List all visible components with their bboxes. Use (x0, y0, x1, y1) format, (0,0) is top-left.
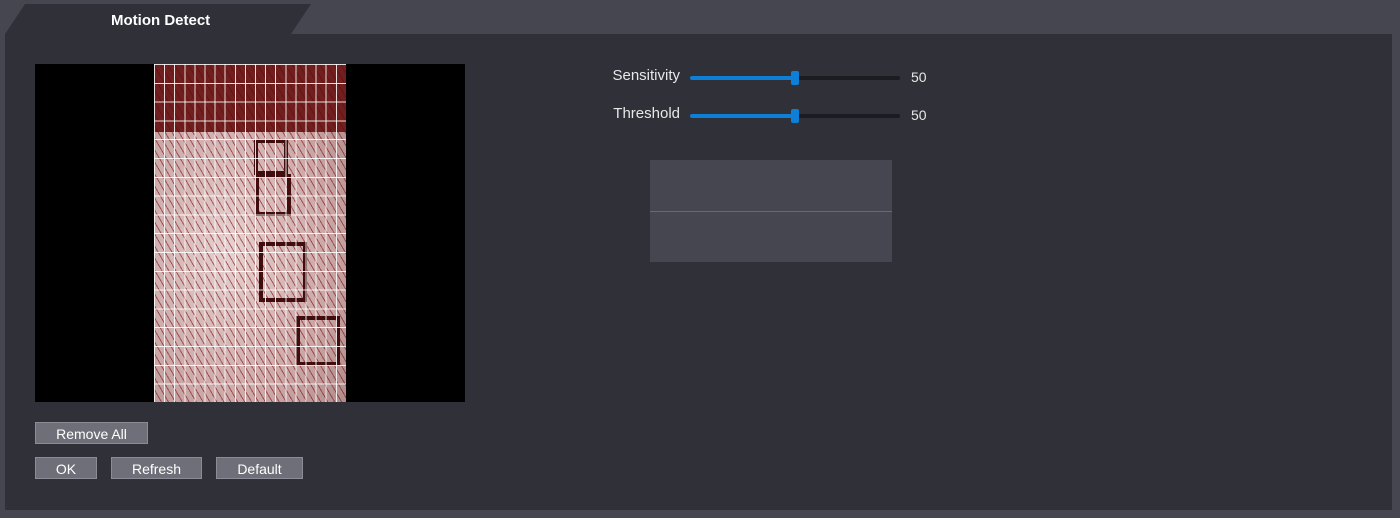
tab-label: Motion Detect (111, 12, 211, 29)
sensitivity-slider-thumb[interactable] (791, 71, 799, 85)
motion-level-graph (650, 160, 892, 262)
tab-motion-detect[interactable]: Motion Detect (5, 4, 311, 34)
threshold-slider-thumb[interactable] (791, 109, 799, 123)
default-button[interactable]: Default (216, 457, 303, 479)
threshold-line (650, 211, 892, 212)
video-preview (35, 64, 465, 402)
sensitivity-slider[interactable] (690, 71, 900, 85)
threshold-label: Threshold (613, 105, 680, 122)
motion-region-grid[interactable] (154, 64, 346, 402)
sensitivity-label: Sensitivity (612, 67, 680, 84)
threshold-value: 50 (911, 107, 927, 123)
sensitivity-value: 50 (911, 69, 927, 85)
remove-all-button[interactable]: Remove All (35, 422, 148, 444)
region-gridlines (154, 64, 346, 402)
threshold-slider-fill (690, 114, 795, 118)
threshold-slider[interactable] (690, 109, 900, 123)
refresh-button[interactable]: Refresh (111, 457, 202, 479)
sensitivity-slider-fill (690, 76, 795, 80)
ok-button[interactable]: OK (35, 457, 97, 479)
